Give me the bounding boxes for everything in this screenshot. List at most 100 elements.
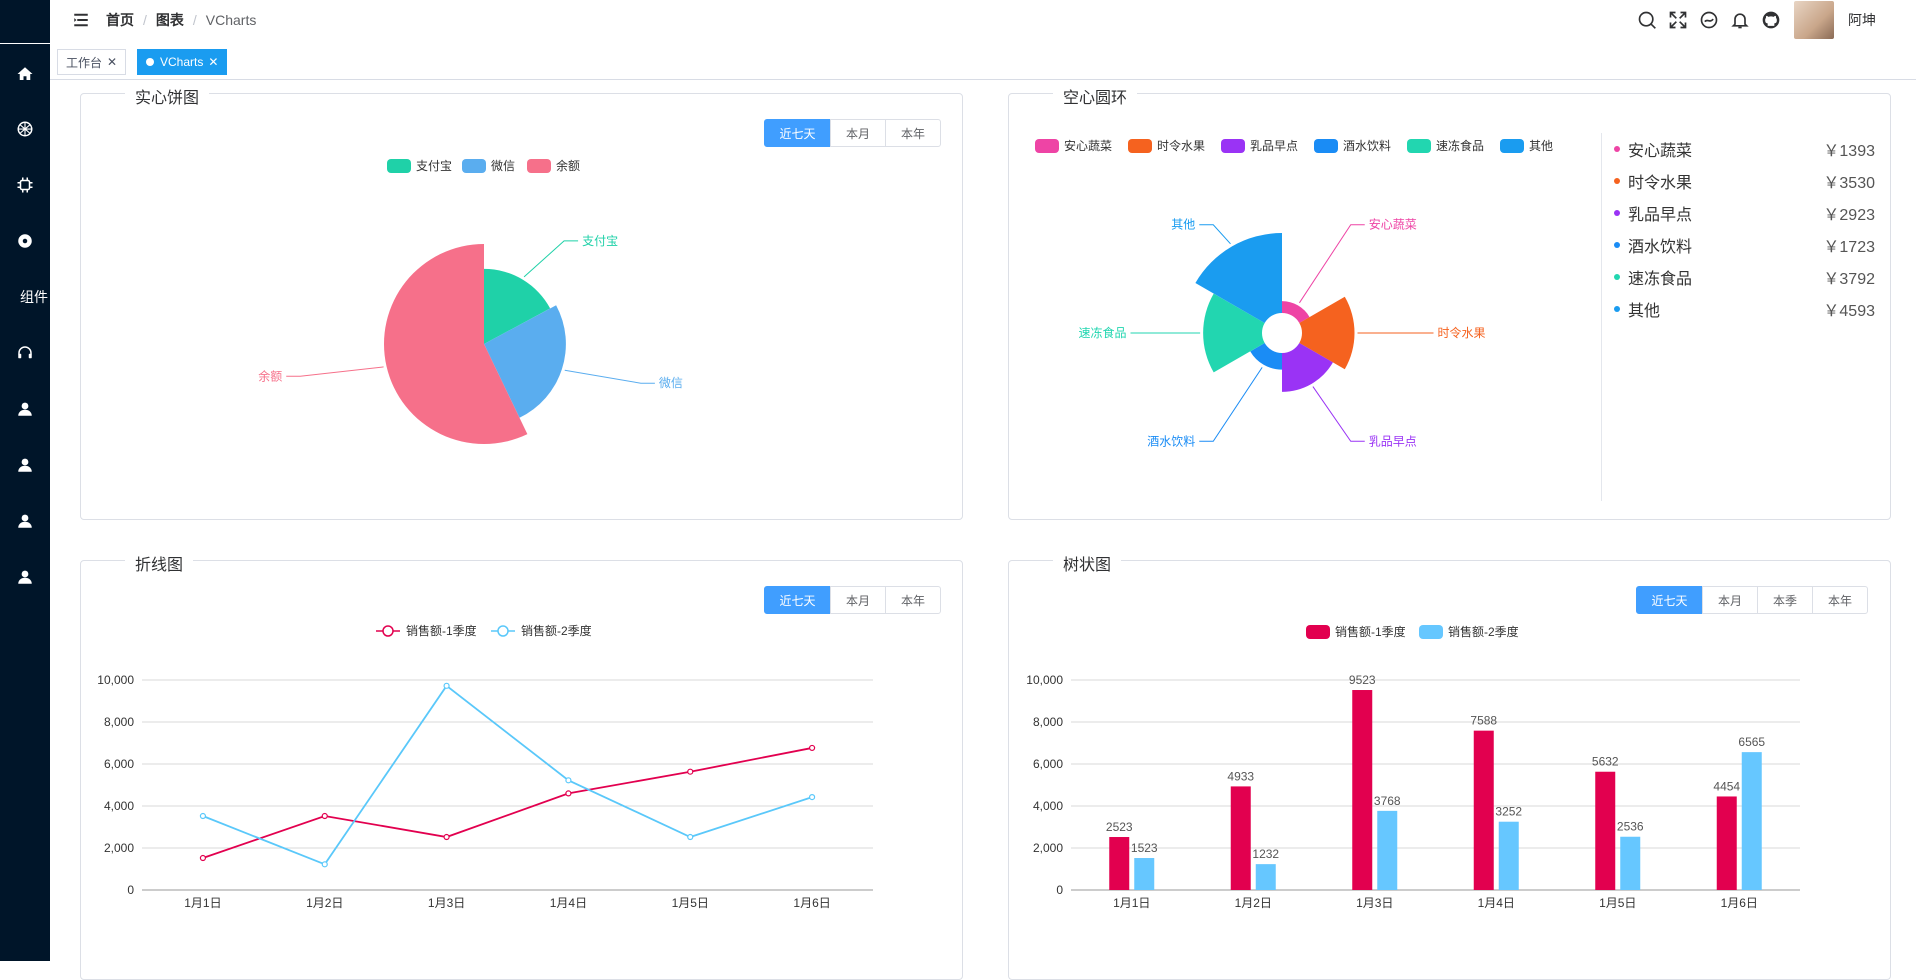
hamburger-icon[interactable] <box>72 11 90 29</box>
pie-chart-card: 实心饼图 <box>80 84 963 520</box>
tag-workbench[interactable]: 工作台 ✕ <box>57 49 127 75</box>
tags-view-bar: 工作台 ✕ VCharts ✕ <box>50 47 1916 80</box>
legend-swatch <box>1314 138 1338 153</box>
search-button[interactable] <box>1637 10 1657 30</box>
close-icon[interactable]: ✕ <box>208 55 218 69</box>
card-title: 树状图 <box>1053 551 1122 575</box>
github-link[interactable] <box>1761 10 1781 30</box>
user-icon <box>18 514 32 528</box>
legend-label: 酒水饮料 <box>1343 139 1392 153</box>
legend-label: 微信 <box>491 159 516 173</box>
notification-button[interactable] <box>1730 10 1750 30</box>
sidebar-item-user-2[interactable] <box>0 445 50 485</box>
legend-swatch <box>1128 138 1152 153</box>
sidebar-item-label: 组件 <box>20 289 48 305</box>
tag-vcharts[interactable]: VCharts ✕ <box>137 49 228 75</box>
sidebar-item-home[interactable] <box>0 54 50 94</box>
range-7days-button[interactable]: 近七天 <box>764 586 831 614</box>
legend-swatch <box>1407 138 1431 153</box>
sidebar-item-dribbble[interactable] <box>0 109 50 149</box>
range-month-button[interactable]: 本月 <box>830 119 886 147</box>
user-icon <box>18 570 32 584</box>
legend-label: 时令水果 <box>1157 139 1206 153</box>
summary-dot <box>1614 178 1620 184</box>
sidebar-item-user-1[interactable] <box>0 389 50 429</box>
legend-swatch <box>527 158 551 173</box>
summary-name: 乳品早点 <box>1628 207 1693 224</box>
legend-item[interactable]: 乳品早点 <box>1221 137 1298 154</box>
summary-row: 其他 ￥4593 <box>1614 298 1875 320</box>
range-7days-button[interactable]: 近七天 <box>764 119 831 147</box>
card-title: 折线图 <box>125 551 194 575</box>
bar-range-buttons: 近七天 本月 本季 本年 <box>1636 586 1868 614</box>
legend-item[interactable]: 时令水果 <box>1128 137 1205 154</box>
summary-dot <box>1614 146 1620 152</box>
sidebar-item-headset[interactable] <box>0 333 50 373</box>
disc-icon <box>18 234 32 248</box>
summary-row: 安心蔬菜 ￥1393 <box>1614 138 1875 160</box>
legend-item[interactable]: 余额 <box>527 157 580 174</box>
card-title: 实心饼图 <box>125 84 210 108</box>
sidebar-logo-area <box>0 0 50 44</box>
legend-swatch <box>1500 138 1524 153</box>
range-quarter-button[interactable]: 本季 <box>1757 586 1813 614</box>
theme-button[interactable] <box>1699 10 1719 30</box>
close-icon[interactable]: ✕ <box>107 55 117 69</box>
top-navbar: 首页 / 图表 / VCharts 阿坤 <box>50 0 1916 40</box>
sidebar-item-user-3[interactable] <box>0 501 50 541</box>
sidebar-item-chip[interactable] <box>0 165 50 205</box>
legend-item[interactable]: 酒水饮料 <box>1314 137 1391 154</box>
range-year-button[interactable]: 本年 <box>885 119 941 147</box>
fullscreen-icon <box>1669 11 1687 29</box>
home-icon <box>17 67 33 80</box>
line-chart-card: 折线图 <box>80 551 963 980</box>
summary-value: ￥3530 <box>1823 175 1875 192</box>
summary-dot <box>1614 306 1620 312</box>
sidebar-item-components[interactable]: 组件 <box>0 277 50 317</box>
legend-swatch <box>1221 138 1245 153</box>
legend-item[interactable]: 微信 <box>462 157 515 174</box>
sidebar-item-user-4[interactable] <box>0 557 50 597</box>
ring-summary-list: 安心蔬菜 ￥1393 时令水果 ￥3530 乳品早点 ￥2923 酒水饮料 ￥1723 速冻食品… <box>1601 133 1887 501</box>
summary-name: 时令水果 <box>1628 175 1693 192</box>
legend-label: 安心蔬菜 <box>1064 139 1113 153</box>
range-year-button[interactable]: 本年 <box>1812 586 1868 614</box>
summary-value: ￥2923 <box>1823 207 1875 224</box>
range-7days-button[interactable]: 近七天 <box>1636 586 1703 614</box>
sidebar-item-disc[interactable] <box>0 221 50 261</box>
active-dot-icon <box>146 58 154 66</box>
bar-chart-card: 树状图 <box>1008 551 1891 980</box>
summary-name: 速冻食品 <box>1628 271 1693 288</box>
summary-row: 速冻食品 ￥3792 <box>1614 266 1875 288</box>
legend-label: 支付宝 <box>416 159 453 173</box>
legend-swatch <box>387 158 411 173</box>
search-icon <box>1638 11 1656 29</box>
breadcrumb-separator: / <box>143 12 147 28</box>
legend-item[interactable]: 其他 <box>1500 137 1553 154</box>
summary-name: 酒水饮料 <box>1628 239 1693 256</box>
summary-row: 酒水饮料 ￥1723 <box>1614 234 1875 256</box>
legend-item[interactable]: 安心蔬菜 <box>1035 137 1112 154</box>
breadcrumb-separator: / <box>192 12 197 28</box>
legend-swatch <box>462 158 486 173</box>
summary-value: ￥1393 <box>1823 143 1875 160</box>
username[interactable]: 阿坤 <box>1848 10 1876 30</box>
summary-name: 其他 <box>1628 303 1661 320</box>
breadcrumb: 首页 / 图表 / VCharts <box>106 10 256 30</box>
top-right-toolbar: 阿坤 <box>1637 0 1916 40</box>
range-month-button[interactable]: 本月 <box>1702 586 1758 614</box>
fullscreen-button[interactable] <box>1668 10 1688 30</box>
legend-item[interactable]: 支付宝 <box>387 157 452 174</box>
breadcrumb-home[interactable]: 首页 <box>106 10 134 30</box>
smile-icon <box>1700 11 1718 29</box>
chip-icon <box>17 177 33 193</box>
range-year-button[interactable]: 本年 <box>885 586 941 614</box>
summary-name: 安心蔬菜 <box>1628 143 1693 160</box>
summary-dot <box>1614 210 1620 216</box>
breadcrumb-charts[interactable]: 图表 <box>156 10 184 30</box>
avatar[interactable] <box>1794 1 1834 39</box>
legend-label: 余额 <box>556 159 581 173</box>
range-month-button[interactable]: 本月 <box>830 586 886 614</box>
legend-item[interactable]: 速冻食品 <box>1407 137 1484 154</box>
tag-label: 工作台 <box>66 55 103 70</box>
